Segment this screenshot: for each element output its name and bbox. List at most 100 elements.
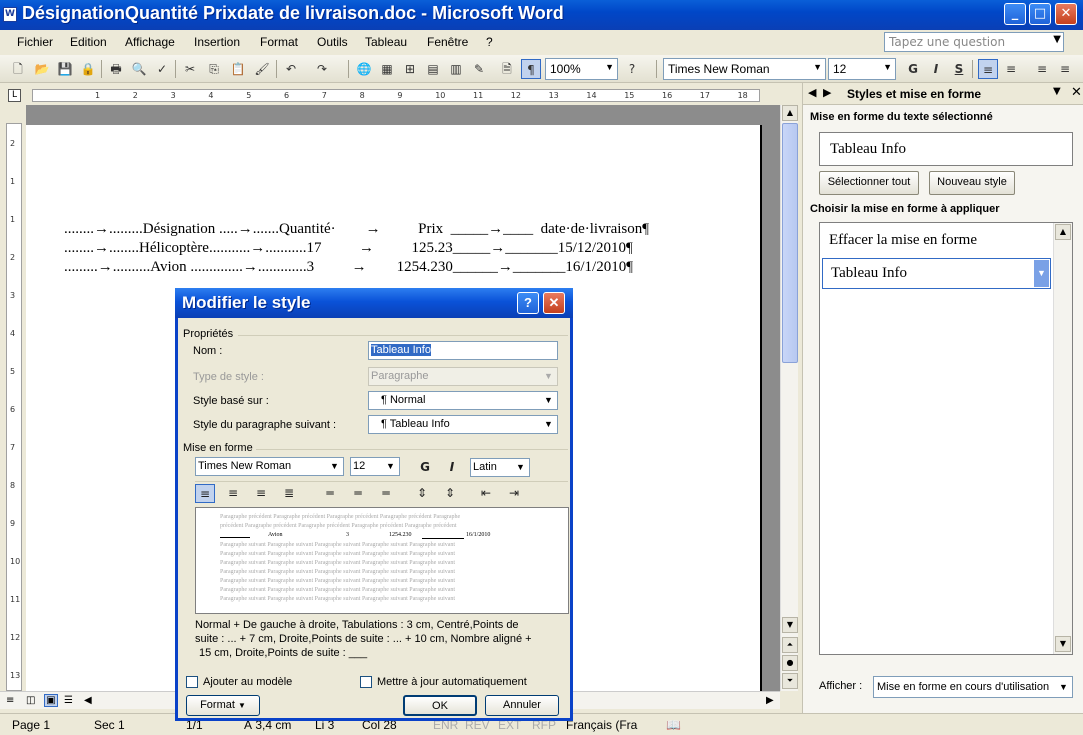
- insert-table-icon[interactable]: ⊞: [400, 59, 420, 79]
- dialog-font-select[interactable]: Times New Roman ▼: [195, 457, 344, 476]
- horizontal-ruler[interactable]: 1 2 3 4 5 6 7 8 9 10 11 12 13 14 15 16 17 18: [32, 89, 760, 102]
- vertical-ruler[interactable]: 2 1 1 2 3 4 5 6 7 8 9 10 11 12 13: [6, 123, 22, 691]
- italic-button[interactable]: I: [926, 59, 946, 79]
- prev-page-icon[interactable]: ⏶: [782, 637, 798, 653]
- chevron-down-icon[interactable]: ▼: [1056, 680, 1071, 695]
- double-spacing-icon[interactable]: ═: [376, 484, 396, 503]
- chevron-down-icon[interactable]: ▼: [883, 62, 892, 72]
- status-language[interactable]: Français (Fra: [566, 718, 637, 732]
- word-app-icon[interactable]: W: [3, 7, 17, 22]
- chevron-down-icon[interactable]: ▼: [605, 62, 614, 72]
- close-button[interactable]: ✕: [1055, 3, 1077, 25]
- chevron-down-icon[interactable]: ▼: [513, 460, 528, 475]
- style-tableau-info[interactable]: Tableau Info ▼: [822, 258, 1051, 289]
- menu-help[interactable]: ?: [486, 35, 493, 49]
- ask-question-box[interactable]: Tapez une question ▼: [884, 32, 1064, 52]
- print-icon[interactable]: 🖶: [106, 59, 126, 79]
- align-center-button[interactable]: ≡: [1001, 59, 1021, 79]
- menu-outils[interactable]: Outils: [317, 35, 348, 49]
- cut-icon[interactable]: ✂: [180, 59, 200, 79]
- scroll-down-icon[interactable]: ▼: [782, 617, 798, 633]
- next-page-icon[interactable]: ⏷: [782, 673, 798, 689]
- scroll-up-icon[interactable]: ▲: [782, 105, 798, 121]
- menu-fenetre[interactable]: Fenêtre: [427, 35, 468, 49]
- scroll-right-icon[interactable]: ▶: [766, 695, 774, 706]
- align-left-button[interactable]: ≡: [978, 59, 998, 79]
- tables-borders-icon[interactable]: ▦: [377, 59, 397, 79]
- ok-button[interactable]: OK: [403, 695, 477, 716]
- dialog-align-right-icon[interactable]: ≡: [251, 484, 271, 503]
- scroll-left-icon[interactable]: ◀: [84, 695, 92, 706]
- menu-insertion[interactable]: Insertion: [194, 35, 240, 49]
- chevron-down-icon[interactable]: ▼: [541, 417, 556, 432]
- scroll-thumb[interactable]: [782, 123, 798, 363]
- add-to-template-checkbox[interactable]: [186, 676, 198, 688]
- help-icon[interactable]: ?: [622, 59, 642, 79]
- new-style-button[interactable]: Nouveau style: [929, 171, 1015, 195]
- dialog-align-left-icon[interactable]: ≡: [195, 484, 215, 503]
- drawing-icon[interactable]: ✎: [469, 59, 489, 79]
- styles-list-scrollbar[interactable]: ▲ ▼: [1053, 223, 1072, 654]
- dialog-justify-icon[interactable]: ≣: [279, 484, 299, 503]
- vertical-scrollbar[interactable]: ▲ ▼ ⏶ ● ⏷: [780, 105, 798, 691]
- chevron-down-icon[interactable]: ▼: [813, 62, 822, 72]
- based-on-select[interactable]: ¶ Normal ▼: [368, 391, 558, 410]
- bold-button[interactable]: G: [903, 59, 923, 79]
- spelling-icon[interactable]: ✓: [152, 59, 172, 79]
- menu-edition[interactable]: Edition: [70, 35, 107, 49]
- undo-icon[interactable]: ↶: [281, 59, 301, 79]
- show-formatting-icon[interactable]: ¶: [521, 59, 541, 79]
- open-icon[interactable]: 📂: [32, 59, 52, 79]
- permission-icon[interactable]: 🔒: [78, 59, 98, 79]
- paste-icon[interactable]: 📋: [228, 59, 248, 79]
- browse-object-icon[interactable]: ●: [782, 655, 798, 671]
- chevron-down-icon[interactable]: ▼: [541, 393, 556, 408]
- chevron-down-icon[interactable]: ▼: [1034, 260, 1049, 287]
- print-preview-icon[interactable]: 🔍: [129, 59, 149, 79]
- spelling-status-icon[interactable]: 📖: [666, 718, 681, 732]
- font-combo[interactable]: Times New Roman ▼: [663, 58, 826, 80]
- dialog-bold-button[interactable]: G: [415, 458, 435, 477]
- style-clear-formatting[interactable]: Effacer la mise en forme: [829, 232, 977, 249]
- dialog-close-button[interactable]: ✕: [543, 292, 565, 314]
- decrease-indent-icon[interactable]: ⇤: [476, 484, 496, 503]
- single-spacing-icon[interactable]: ═: [320, 484, 340, 503]
- cancel-button[interactable]: Annuler: [485, 695, 559, 716]
- script-select[interactable]: Latin ▼: [470, 458, 530, 477]
- pane-close-icon[interactable]: ✕: [1071, 85, 1082, 100]
- tab-selector[interactable]: L: [8, 89, 21, 102]
- show-select[interactable]: Mise en forme en cours d'utilisation ▼: [873, 676, 1073, 698]
- menu-tableau[interactable]: Tableau: [365, 35, 407, 49]
- space-before-icon[interactable]: ⇕: [412, 484, 432, 503]
- space-after-icon[interactable]: ⇕: [440, 484, 460, 503]
- add-to-template-label[interactable]: Ajouter au modèle: [203, 676, 292, 688]
- select-all-button[interactable]: Sélectionner tout: [819, 171, 919, 195]
- auto-update-label[interactable]: Mettre à jour automatiquement: [377, 676, 527, 688]
- menu-format[interactable]: Format: [260, 35, 298, 49]
- name-input[interactable]: Tableau Info: [368, 341, 558, 360]
- dialog-align-center-icon[interactable]: ≡: [223, 484, 243, 503]
- one-half-spacing-icon[interactable]: ═: [348, 484, 368, 503]
- chevron-down-icon[interactable]: ▼: [1053, 34, 1061, 45]
- align-right-button[interactable]: ≡: [1032, 59, 1052, 79]
- underline-button[interactable]: S: [949, 59, 969, 79]
- justify-button[interactable]: ≡: [1055, 59, 1075, 79]
- doc-line-header[interactable]: ........→.........Désignation .....→....…: [64, 221, 649, 238]
- minimize-button[interactable]: _: [1004, 3, 1026, 25]
- dialog-size-select[interactable]: 12 ▼: [350, 457, 400, 476]
- outline-view-icon[interactable]: ☰: [64, 695, 73, 706]
- columns-icon[interactable]: ▥: [446, 59, 466, 79]
- maximize-button[interactable]: □: [1029, 3, 1051, 25]
- format-painter-icon[interactable]: 🖌: [252, 59, 272, 79]
- web-view-icon[interactable]: ◫: [26, 695, 35, 706]
- scroll-up-icon[interactable]: ▲: [1055, 224, 1071, 240]
- doc-line-row1[interactable]: ........→........Hélicoptère...........→…: [64, 240, 633, 257]
- new-document-icon[interactable]: 🗋: [8, 59, 28, 79]
- dialog-italic-button[interactable]: I: [442, 458, 462, 477]
- document-map-icon[interactable]: 🗎: [497, 59, 517, 79]
- redo-icon[interactable]: ↷: [312, 59, 332, 79]
- print-layout-icon[interactable]: ▣: [44, 694, 58, 707]
- format-dropdown-button[interactable]: Format ▼: [186, 695, 260, 716]
- copy-icon[interactable]: ⎘: [204, 59, 224, 79]
- pane-menu-icon[interactable]: ▼: [1053, 86, 1061, 97]
